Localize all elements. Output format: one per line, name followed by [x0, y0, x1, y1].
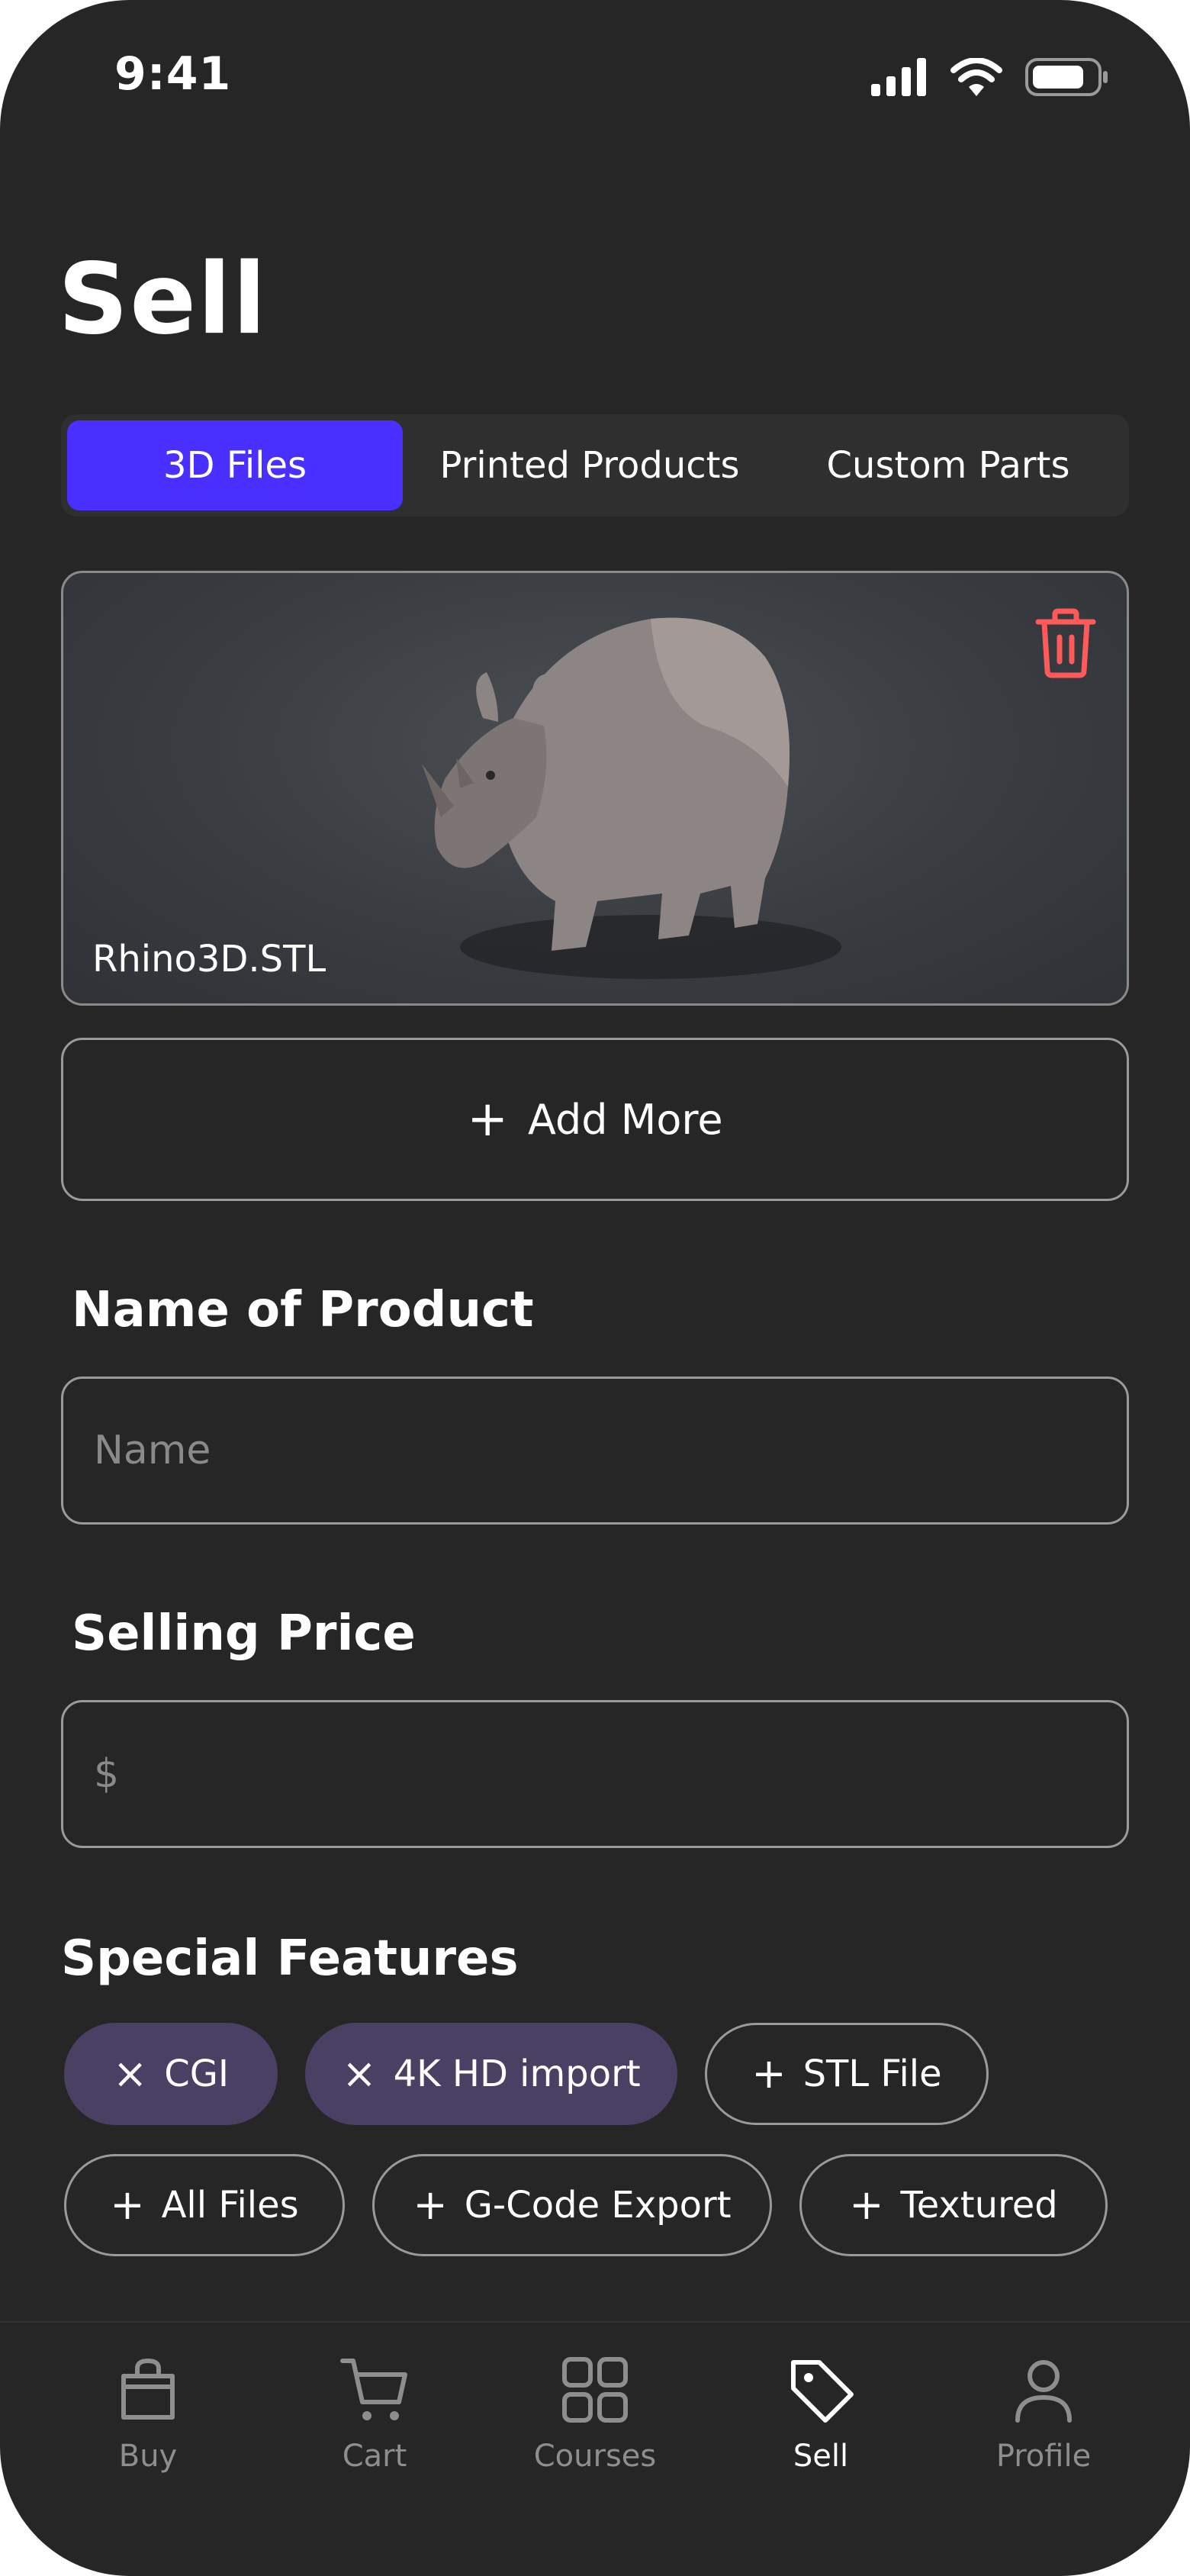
plus-icon: +	[751, 2050, 786, 2098]
status-icons	[871, 58, 1109, 96]
tag-icon	[791, 2360, 854, 2423]
feature-chip-stl-file[interactable]: + STL File	[705, 2023, 989, 2125]
plus-icon: +	[110, 2181, 145, 2229]
wifi-icon	[950, 58, 1002, 96]
feature-chip-4k-hd-import[interactable]: × 4K HD import	[305, 2023, 677, 2125]
nav-item-courses[interactable]: Courses	[496, 2353, 694, 2474]
battery-icon	[1025, 58, 1108, 96]
nav-item-buy[interactable]: Buy	[49, 2353, 247, 2474]
page-title: Sell	[58, 243, 268, 356]
tab-custom-parts[interactable]: Custom Parts	[777, 420, 1120, 510]
tab-3d-files[interactable]: 3D Files	[67, 420, 403, 510]
product-name-input[interactable]	[94, 1428, 1127, 1473]
category-tabs: 3D Files Printed Products Custom Parts	[61, 414, 1129, 517]
product-name-field[interactable]	[61, 1377, 1129, 1525]
uploaded-file-card[interactable]: Rhino3D.STL	[61, 571, 1129, 1006]
shopping-bag-icon	[121, 2358, 175, 2420]
chip-label: STL File	[802, 2053, 942, 2095]
chip-label: 4K HD import	[393, 2053, 641, 2095]
plus-icon: +	[413, 2181, 448, 2229]
remove-icon: ×	[342, 2050, 377, 2098]
nav-label: Cart	[342, 2439, 407, 2474]
nav-item-cart[interactable]: Cart	[275, 2353, 474, 2474]
user-icon	[1015, 2360, 1072, 2423]
bottom-nav: Buy Cart Courses Sell Profile	[0, 2321, 1190, 2576]
selling-price-field[interactable]	[61, 1700, 1129, 1848]
plus-icon: +	[849, 2181, 884, 2229]
file-name: Rhino3D.STL	[92, 938, 326, 980]
nav-label: Courses	[533, 2439, 657, 2474]
chip-label: Textured	[900, 2184, 1058, 2227]
plus-icon: +	[467, 1091, 509, 1148]
feature-chip-cgi[interactable]: × CGI	[64, 2023, 278, 2125]
cellular-signal-icon	[871, 58, 926, 96]
remove-icon: ×	[112, 2050, 148, 2098]
nav-label: Sell	[793, 2439, 849, 2474]
selling-price-input[interactable]	[94, 1751, 1127, 1797]
nav-label: Buy	[118, 2439, 178, 2474]
selling-price-label: Selling Price	[72, 1605, 416, 1662]
special-features-label: Special Features	[61, 1930, 519, 1987]
feature-chip-all-files[interactable]: + All Files	[64, 2154, 345, 2256]
product-name-label: Name of Product	[72, 1282, 534, 1338]
phone-screen: 9:41 Sell 3D Files Printed Products Cust…	[0, 0, 1190, 2576]
chip-label: CGI	[164, 2053, 230, 2095]
grid-icon	[562, 2357, 628, 2423]
nav-item-profile[interactable]: Profile	[944, 2353, 1143, 2474]
feature-chip-g-code-export[interactable]: + G-Code Export	[372, 2154, 772, 2256]
nav-item-sell[interactable]: Sell	[722, 2353, 920, 2474]
chip-label: All Files	[161, 2184, 299, 2227]
add-more-button[interactable]: + Add More	[61, 1038, 1129, 1201]
cart-icon	[340, 2359, 407, 2420]
feature-chip-textured[interactable]: + Textured	[799, 2154, 1108, 2256]
add-more-label: Add More	[528, 1095, 723, 1144]
rhino-model-preview	[422, 617, 841, 979]
tab-printed-products[interactable]: Printed Products	[403, 420, 777, 510]
trash-icon[interactable]	[1034, 607, 1098, 680]
nav-label: Profile	[995, 2439, 1092, 2474]
chip-label: G-Code Export	[464, 2184, 732, 2227]
status-time: 9:41	[114, 47, 232, 101]
